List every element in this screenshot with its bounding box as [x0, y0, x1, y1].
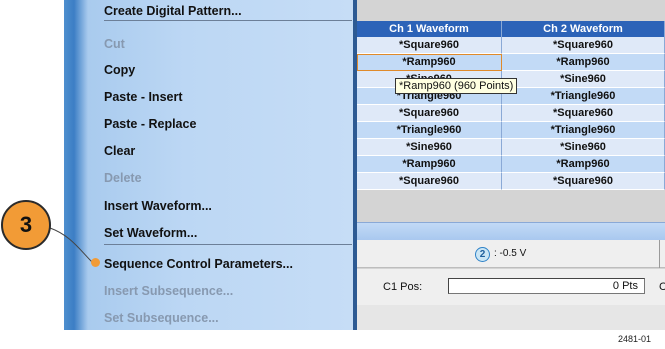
menu-item-copy[interactable]: Copy — [104, 62, 349, 78]
menu-separator — [104, 244, 352, 245]
table-row[interactable]: *Ramp960 *Ramp960 — [357, 54, 665, 71]
channel-badge: 2 — [475, 247, 490, 262]
c2-pos-label-truncated: C — [659, 281, 665, 293]
table-cell-ch1-selected[interactable]: *Ramp960 — [357, 54, 502, 71]
column-header-ch1[interactable]: Ch 1 Waveform — [357, 21, 502, 37]
table-row[interactable]: *Triangle960 *Triangle960 — [357, 122, 665, 139]
waveform-tooltip: *Ramp960 (960 Points) — [395, 78, 518, 94]
menu-item-delete[interactable]: Delete — [104, 170, 349, 186]
menu-item-set-waveform[interactable]: Set Waveform... — [104, 225, 349, 241]
status-row: 2 : -0.5 V — [357, 240, 665, 268]
menu-item-sequence-control-parameters[interactable]: Sequence Control Parameters... — [104, 256, 349, 272]
callout-target-dot — [91, 258, 100, 267]
column-header-ch2[interactable]: Ch 2 Waveform — [502, 21, 665, 37]
table-cell-ch2[interactable]: *Triangle960 — [502, 88, 665, 105]
table-cell-ch1[interactable]: *Square960 — [357, 105, 502, 122]
sequence-editor: Ch 1 Waveform Ch 2 Waveform *Square960 *… — [357, 0, 665, 330]
menu-item-insert-subsequence[interactable]: Insert Subsequence... — [104, 283, 349, 299]
channel-status-text: : -0.5 V — [494, 248, 527, 259]
table-cell-ch1[interactable]: *Ramp960 — [357, 156, 502, 173]
callout-number: 3 — [1, 200, 51, 250]
menu-item-insert-waveform[interactable]: Insert Waveform... — [104, 198, 349, 214]
table-row[interactable]: *Sine960 *Sine960 — [357, 139, 665, 156]
menu-item-paste-replace[interactable]: Paste - Replace — [104, 116, 349, 132]
status-divider — [659, 240, 660, 268]
menu-item-paste-insert[interactable]: Paste - Insert — [104, 89, 349, 105]
table-cell-ch2[interactable]: *Ramp960 — [502, 156, 665, 173]
table-cell-ch2[interactable]: *Sine960 — [502, 71, 665, 88]
table-cell-ch1[interactable]: *Square960 — [357, 37, 502, 54]
bottom-panel — [357, 305, 665, 330]
menu-item-cut[interactable]: Cut — [104, 36, 349, 52]
table-row[interactable]: *Square960 *Square960 — [357, 37, 665, 54]
table-row[interactable]: *Square960 *Square960 — [357, 105, 665, 122]
figure-id: 2481-01 — [618, 334, 652, 344]
table-cell-ch2[interactable]: *Sine960 — [502, 139, 665, 156]
table-cell-ch2[interactable]: *Ramp960 — [502, 54, 665, 71]
table-cell-ch1[interactable]: *Sine960 — [357, 139, 502, 156]
menu-item-set-subsequence[interactable]: Set Subsequence... — [104, 310, 349, 326]
menu-separator — [104, 20, 352, 21]
table-cell-ch2[interactable]: *Triangle960 — [502, 122, 665, 139]
context-menu: Create Digital Pattern... Cut Copy Paste… — [64, 0, 353, 330]
menu-item-create-digital-pattern[interactable]: Create Digital Pattern... — [104, 3, 349, 19]
table-cell-ch1[interactable]: *Square960 — [357, 173, 502, 190]
table-cell-ch2[interactable]: *Square960 — [502, 173, 665, 190]
table-cell-ch2[interactable]: *Square960 — [502, 37, 665, 54]
position-row: C1 Pos: 0 Pts C — [357, 269, 665, 305]
menu-item-clear[interactable]: Clear — [104, 143, 349, 159]
table-cell-ch2[interactable]: *Square960 — [502, 105, 665, 122]
table-row[interactable]: *Ramp960 *Ramp960 — [357, 156, 665, 173]
table-footer-band — [357, 222, 665, 240]
table-row[interactable]: *Square960 *Square960 — [357, 173, 665, 190]
c1-pos-field[interactable]: 0 Pts — [448, 278, 645, 294]
c1-pos-label: C1 Pos: — [383, 281, 423, 293]
table-cell-ch1[interactable]: *Triangle960 — [357, 122, 502, 139]
